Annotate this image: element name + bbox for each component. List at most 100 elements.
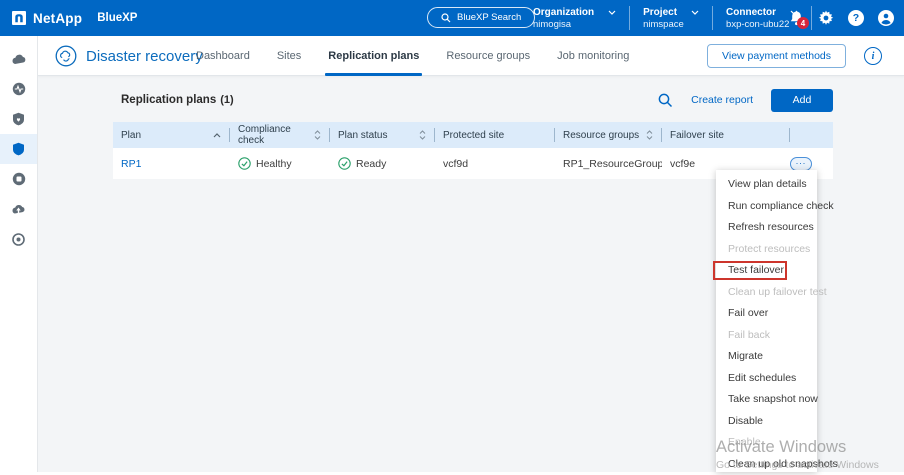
tab-job-monitoring[interactable]: Job monitoring bbox=[557, 36, 629, 76]
organization-value: nimogisa bbox=[533, 19, 616, 30]
project-value: nimspace bbox=[643, 19, 699, 30]
sidebar-item-observability[interactable] bbox=[0, 74, 37, 104]
cloud-arrow-icon bbox=[11, 203, 26, 215]
sidebar-item-extensions[interactable] bbox=[0, 224, 37, 254]
sidebar-item-storage[interactable] bbox=[0, 164, 37, 194]
shield-icon bbox=[12, 142, 25, 156]
tab-dashboard[interactable]: Dashboard bbox=[196, 36, 250, 76]
table-search-button[interactable] bbox=[658, 93, 673, 108]
column-header-plan-status[interactable]: Plan status bbox=[330, 122, 435, 148]
sidebar-item-protection-active[interactable] bbox=[0, 134, 37, 164]
ring-dot-icon bbox=[12, 233, 25, 246]
menu-item-fail-over[interactable]: Fail over bbox=[716, 303, 817, 325]
column-label: Plan bbox=[121, 130, 141, 141]
user-account-button[interactable] bbox=[878, 10, 894, 26]
menu-item-clean-up-failover-test: Clean up failover test bbox=[716, 282, 817, 304]
notification-badge: 4 bbox=[797, 17, 809, 29]
menu-item-edit-schedules[interactable]: Edit schedules bbox=[716, 368, 817, 390]
column-label: Resource groups bbox=[563, 130, 639, 141]
tab-resource-groups[interactable]: Resource groups bbox=[446, 36, 530, 76]
organization-label: Organization bbox=[533, 7, 594, 18]
info-icon[interactable]: i bbox=[864, 47, 882, 65]
menu-item-view-plan-details[interactable]: View plan details bbox=[716, 174, 817, 196]
brand-group: NetApp BlueXP bbox=[12, 0, 137, 36]
page-header: Disaster recovery Dashboard Sites Replic… bbox=[38, 36, 904, 76]
help-icon: ? bbox=[848, 10, 864, 26]
sort-icon[interactable] bbox=[646, 130, 653, 140]
menu-item-label: Test failover bbox=[728, 264, 784, 276]
section-count: (1) bbox=[220, 94, 233, 106]
menu-item-run-compliance-check[interactable]: Run compliance check bbox=[716, 196, 817, 218]
row-actions-ellipsis-button[interactable]: ... bbox=[790, 157, 812, 171]
protected-site-text: vcf9d bbox=[443, 158, 468, 170]
sidebar-item-storage-cloud[interactable] bbox=[0, 44, 37, 74]
sidebar-item-mobility[interactable] bbox=[0, 194, 37, 224]
menu-item-fail-back: Fail back bbox=[716, 325, 817, 347]
project-selector[interactable]: Project nimspace bbox=[630, 7, 712, 30]
menu-item-migrate[interactable]: Migrate bbox=[716, 346, 817, 368]
plan-status-text: Ready bbox=[356, 158, 386, 170]
cloud-icon bbox=[11, 54, 27, 65]
column-header-failover-site[interactable]: Failover site bbox=[662, 122, 790, 148]
add-button[interactable]: Add bbox=[771, 89, 833, 112]
column-label: Failover site bbox=[670, 130, 724, 141]
chevron-down-icon bbox=[691, 10, 699, 15]
section-toolbar: Replication plans (1) Create report Add bbox=[113, 88, 833, 112]
ready-check-icon bbox=[338, 157, 351, 170]
context-selectors: Organization nimogisa Project nimspace C… bbox=[520, 0, 812, 36]
row-actions-menu: View plan details Run compliance check R… bbox=[716, 170, 817, 472]
organization-selector[interactable]: Organization nimogisa bbox=[520, 7, 629, 30]
resource-groups-text: RP1_ResourceGroup1 bbox=[563, 158, 662, 170]
product-name: BlueXP bbox=[97, 12, 137, 24]
sort-ascending-icon[interactable] bbox=[213, 133, 221, 138]
sidebar-item-health[interactable] bbox=[0, 104, 37, 134]
notifications-button[interactable]: 4 bbox=[789, 10, 804, 26]
healthy-check-icon bbox=[238, 157, 251, 170]
page-tabs: Dashboard Sites Replication plans Resour… bbox=[196, 36, 629, 76]
search-icon bbox=[441, 13, 451, 23]
menu-item-protect-resources: Protect resources bbox=[716, 239, 817, 261]
column-label: Protected site bbox=[443, 130, 504, 141]
column-header-protected-site[interactable]: Protected site bbox=[435, 122, 555, 148]
plan-name-link[interactable]: RP1 bbox=[121, 158, 141, 170]
gear-icon bbox=[818, 10, 834, 26]
top-icons-group: 4 ? bbox=[789, 0, 894, 36]
brand-name: NetApp bbox=[33, 11, 82, 26]
help-button[interactable]: ? bbox=[848, 10, 864, 26]
sort-icon[interactable] bbox=[314, 130, 321, 140]
column-label: Plan status bbox=[338, 130, 387, 141]
search-label: BlueXP Search bbox=[457, 12, 521, 23]
column-header-plan[interactable]: Plan bbox=[113, 122, 230, 148]
tab-replication-plans[interactable]: Replication plans bbox=[328, 36, 419, 76]
table-header-row: Plan Compliance check Plan status bbox=[113, 122, 833, 148]
section-title: Replication plans bbox=[121, 94, 216, 106]
pulse-circle-icon bbox=[12, 82, 26, 96]
failover-site-text: vcf9e bbox=[670, 158, 695, 170]
netapp-logo-icon bbox=[12, 11, 26, 25]
left-sidebar bbox=[0, 36, 38, 472]
menu-item-take-snapshot-now[interactable]: Take snapshot now bbox=[716, 389, 817, 411]
settings-button[interactable] bbox=[818, 10, 834, 26]
column-header-actions bbox=[790, 122, 833, 148]
tab-sites[interactable]: Sites bbox=[277, 36, 301, 76]
page-title: Disaster recovery bbox=[86, 48, 203, 65]
compliance-status-text: Healthy bbox=[256, 158, 292, 170]
connector-label: Connector bbox=[726, 7, 776, 18]
column-header-compliance-check[interactable]: Compliance check bbox=[230, 122, 330, 148]
menu-item-refresh-resources[interactable]: Refresh resources bbox=[716, 217, 817, 239]
column-header-resource-groups[interactable]: Resource groups bbox=[555, 122, 662, 148]
shield-heart-icon bbox=[12, 112, 25, 126]
user-icon bbox=[878, 10, 894, 26]
top-header-bar: NetApp BlueXP BlueXP Search Organization… bbox=[0, 0, 904, 36]
circle-box-icon bbox=[12, 172, 26, 186]
menu-item-disable[interactable]: Disable bbox=[716, 411, 817, 433]
chevron-down-icon bbox=[608, 10, 616, 15]
column-label: Compliance check bbox=[238, 124, 308, 146]
view-payment-methods-button[interactable]: View payment methods bbox=[707, 44, 846, 68]
menu-item-enable: Enable bbox=[716, 432, 817, 454]
create-report-link[interactable]: Create report bbox=[691, 94, 753, 106]
project-label: Project bbox=[643, 7, 677, 18]
connector-value: bxp-con-ubu22 bbox=[726, 19, 798, 30]
menu-item-test-failover[interactable]: Test failover bbox=[716, 260, 817, 282]
sort-icon[interactable] bbox=[419, 130, 426, 140]
